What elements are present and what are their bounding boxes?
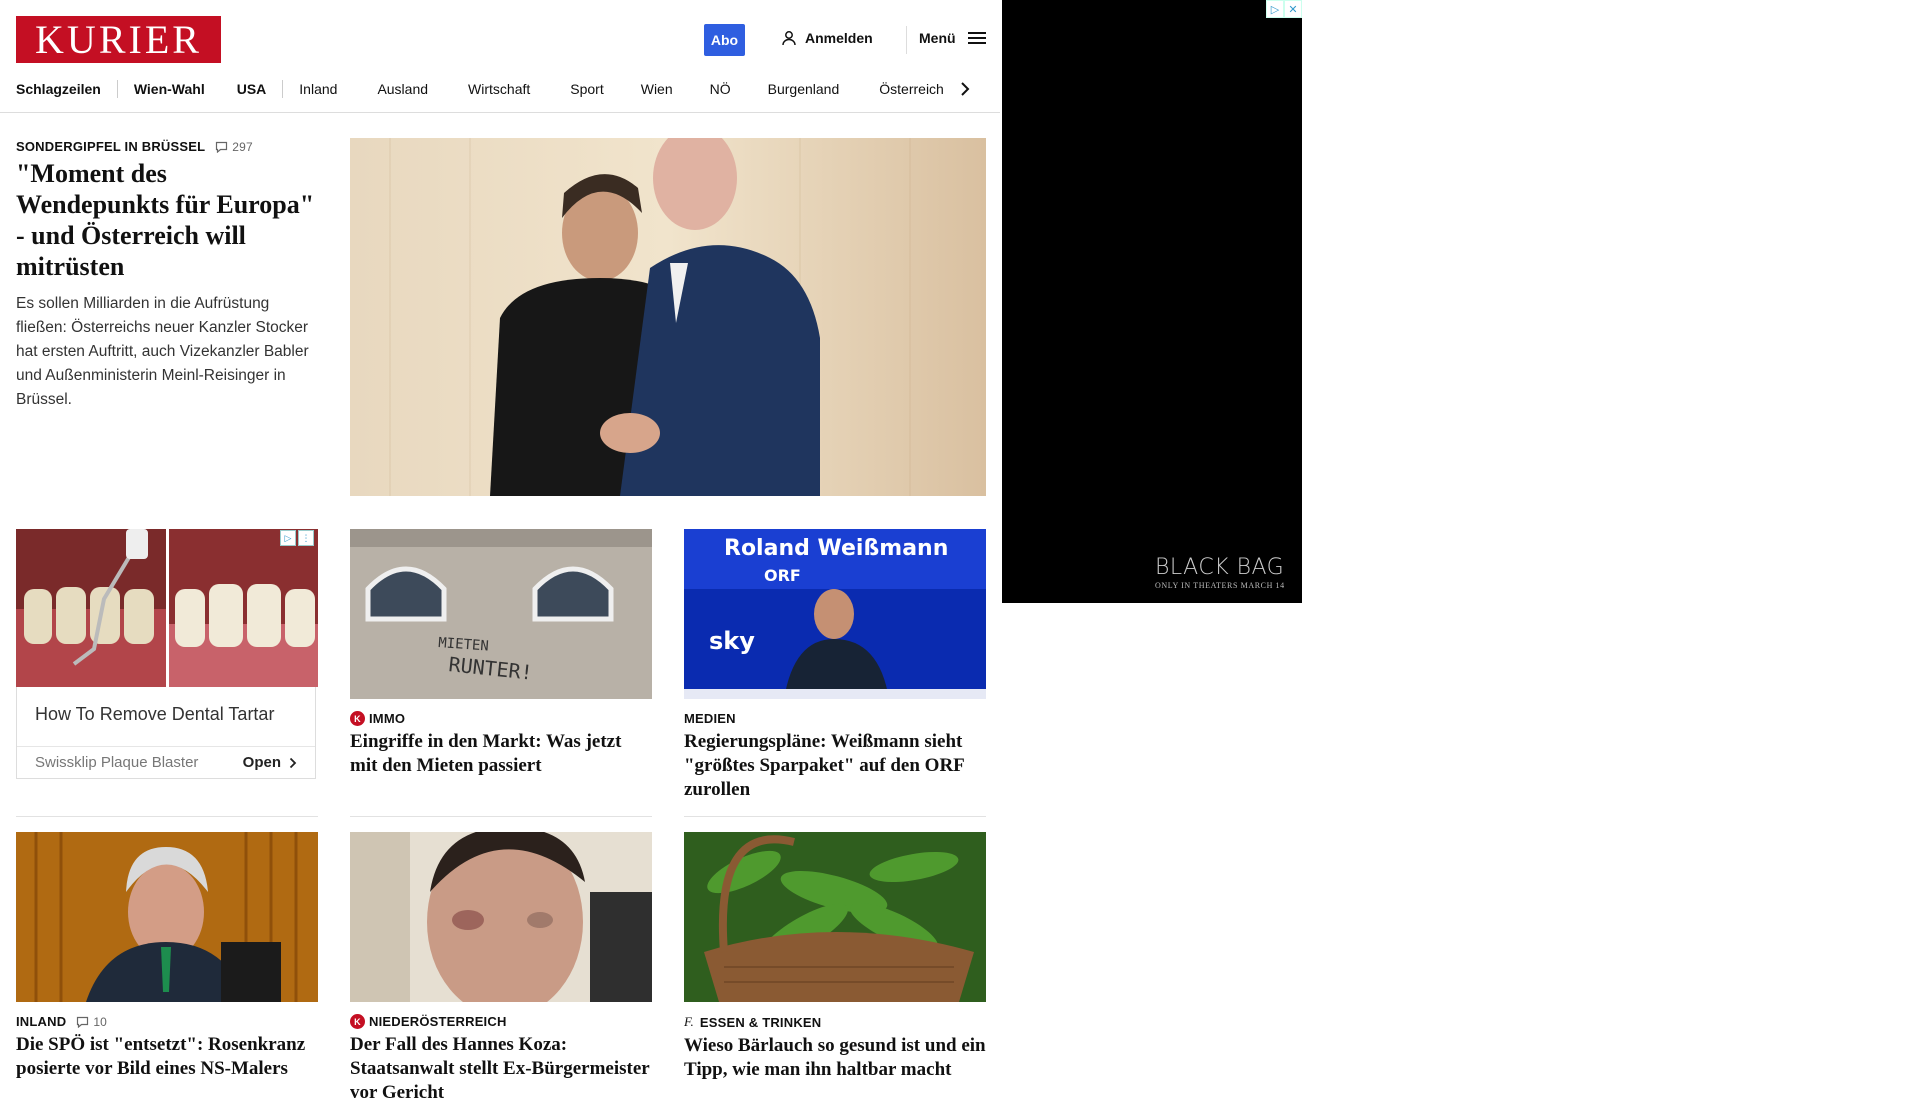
article-headline[interactable]: Die SPÖ ist "entsetzt": Rosenkranz posie… [16, 1033, 318, 1081]
login-button[interactable]: Anmelden [781, 30, 873, 46]
user-icon [782, 31, 796, 46]
nav-item-burgenland[interactable]: Burgenland [768, 81, 840, 97]
nav-item-schlagzeilen[interactable]: Schlagzeilen [16, 81, 101, 97]
ad-open-label: Open [242, 754, 281, 771]
nav-item-wien[interactable]: Wien [641, 81, 673, 97]
article-kicker-label: NIEDERÖSTERREICH [369, 1014, 507, 1029]
sponsored-ad[interactable]: ▷ ⋮ How To Remove Dental Tartar Swisskli… [16, 529, 318, 779]
section-nav: Schlagzeilen Wien-Wahl USA Inland Auslan… [16, 77, 996, 101]
nav-item-usa[interactable]: USA [237, 81, 267, 97]
menu-button[interactable]: Menü [919, 30, 986, 46]
lead-comments[interactable]: 297 [215, 140, 253, 154]
lead-image[interactable] [350, 138, 986, 496]
article-kicker: f. ESSEN & TRINKEN [684, 1014, 986, 1030]
ad-images [16, 529, 318, 687]
article-kicker-label: MEDIEN [684, 711, 736, 726]
ad-source: Swissklip Plaque Blaster [35, 754, 199, 771]
lead-comment-count: 297 [232, 139, 253, 154]
ad-choices[interactable]: ▷ ⋮ [280, 530, 314, 546]
article-kicker-label: IMMO [369, 711, 406, 726]
article-headline[interactable]: Eingriffe in den Markt: Was jetzt mit de… [350, 730, 652, 778]
ad-title[interactable]: How To Remove Dental Tartar [35, 704, 274, 725]
header-divider [906, 26, 907, 54]
nav-divider [282, 80, 284, 98]
nav-item-wien-wahl[interactable]: Wien-Wahl [134, 81, 205, 97]
article-image: MIETEN RUNTER! [350, 529, 652, 699]
kurier-plus-icon: K [350, 711, 365, 726]
ad-brand: BLACK BAG [1155, 555, 1285, 580]
article-headline[interactable]: Regierungspläne: Weißmann sieht "größtes… [684, 730, 986, 802]
article-comment-count: 10 [93, 1014, 108, 1029]
close-icon[interactable]: ✕ [1284, 0, 1302, 18]
nav-item-sport[interactable]: Sport [570, 81, 603, 97]
article-headline[interactable]: Wieso Bärlauch so gesund ist und ein Tip… [684, 1034, 986, 1082]
article-kicker-label: INLAND [16, 1014, 67, 1029]
chevron-right-icon [289, 757, 297, 768]
card-divider [684, 816, 986, 817]
article-card-niederoesterreich[interactable]: K NIEDERÖSTERREICH Der Fall des Hannes K… [350, 832, 652, 1105]
article-kicker: INLAND 10 [16, 1014, 318, 1029]
article-card-inland[interactable]: INLAND 10 Die SPÖ ist "entsetzt": Rosenk… [16, 832, 318, 1081]
article-card-immo[interactable]: MIETEN RUNTER! K IMMO Eingriffe in den M… [350, 529, 652, 778]
nav-item-ausland[interactable]: Ausland [377, 81, 428, 97]
article-image [350, 832, 652, 1002]
kurier-logo[interactable]: KURIER [16, 16, 221, 63]
article-image: Roland Weißmann ORF sky [684, 529, 986, 699]
ad-options-icon[interactable]: ⋮ [298, 530, 314, 546]
lead-teaser[interactable]: Es sollen Milliarden in die Aufrüstung f… [16, 292, 321, 412]
essen-trinken-icon: f. [684, 1014, 694, 1029]
article-comments[interactable]: 10 [76, 1015, 107, 1029]
adchoices-icon[interactable]: ▷ [280, 530, 296, 546]
nav-item-wirtschaft[interactable]: Wirtschaft [468, 81, 530, 97]
article-kicker: K IMMO [350, 711, 652, 726]
ad-image-left [16, 529, 166, 687]
screen-name-text: Roland Weißmann [724, 536, 948, 561]
kurier-plus-icon: K [350, 1014, 365, 1029]
article-image [16, 832, 318, 1002]
article-card-essen-trinken[interactable]: f. ESSEN & TRINKEN Wieso Bärlauch so ges… [684, 832, 986, 1082]
hamburger-icon [967, 32, 986, 44]
article-kicker: MEDIEN [684, 711, 986, 726]
adchoices-icon[interactable]: ▷ [1266, 0, 1284, 18]
chevron-right-icon[interactable] [960, 81, 970, 97]
login-label: Anmelden [805, 30, 873, 46]
article-kicker: K NIEDERÖSTERREICH [350, 1014, 652, 1029]
article-image [684, 832, 986, 1002]
article-card-medien[interactable]: Roland Weißmann ORF sky MEDIEN Regierung… [684, 529, 986, 802]
comment-icon [77, 1016, 89, 1028]
nav-item-inland[interactable]: Inland [299, 81, 337, 97]
lead-kicker-label: SONDERGIPFEL IN BRÜSSEL [16, 139, 206, 154]
lead-headline[interactable]: "Moment des Wendepunkts für Europa" - un… [16, 158, 321, 282]
nav-item-oesterreich[interactable]: Österreich [879, 81, 944, 97]
article-kicker-label: ESSEN & TRINKEN [699, 1014, 822, 1030]
nav-divider [116, 80, 118, 98]
ad-tagline: ONLY IN THEATERS MARCH 14 [1155, 581, 1285, 590]
screen-sub-text: ORF [764, 566, 801, 585]
ad-image-right [168, 529, 318, 687]
lead-photo [350, 138, 986, 496]
ad-choices[interactable]: ▷ ✕ [1266, 0, 1302, 18]
menu-label: Menü [919, 30, 956, 46]
side-banner-ad[interactable]: ▷ ✕ BLACK BAG ONLY IN THEATERS MARCH 14 [1002, 0, 1302, 603]
lead-kicker[interactable]: SONDERGIPFEL IN BRÜSSEL 297 [16, 139, 253, 154]
card-divider [350, 816, 652, 817]
card-divider [16, 816, 318, 817]
nav-item-noe[interactable]: NÖ [710, 81, 731, 97]
ad-open-button[interactable]: Open [243, 754, 297, 771]
nav-bottom-border [0, 112, 1000, 113]
abo-button[interactable]: Abo [704, 24, 745, 56]
comment-icon [216, 141, 228, 153]
sky-logo-text: sky [709, 627, 755, 655]
article-headline[interactable]: Der Fall des Hannes Koza: Staatsanwalt s… [350, 1033, 652, 1105]
ad-footer: Swissklip Plaque Blaster Open [17, 746, 315, 778]
